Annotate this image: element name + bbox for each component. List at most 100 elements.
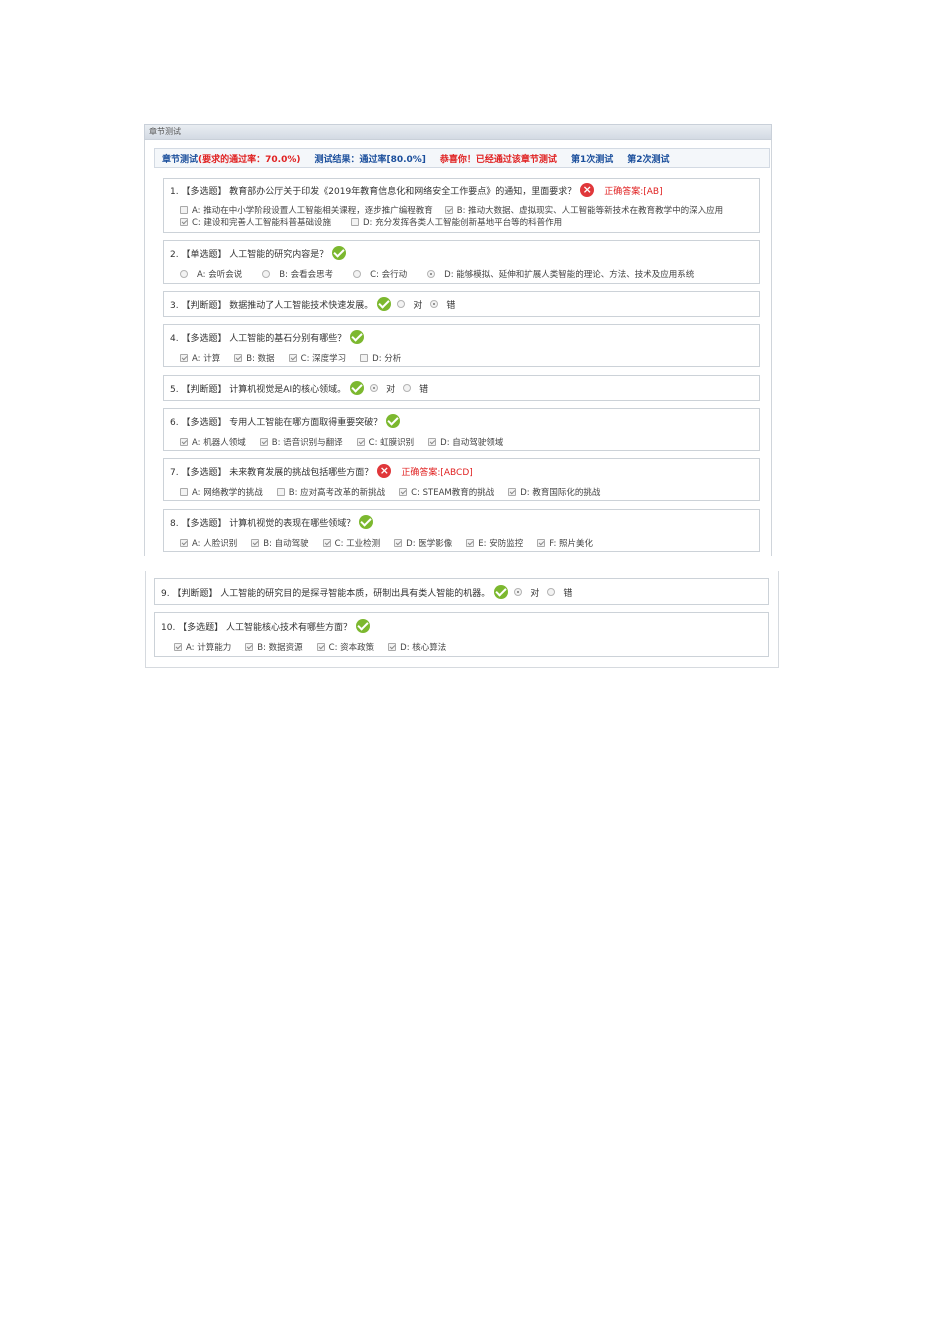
- question-3: 3. 【判断题】 数据推动了人工智能技术快速发展。 对 错: [163, 291, 760, 317]
- checkbox[interactable]: [180, 206, 188, 214]
- options-row: A: 网络教学的挑战 B: 应对高考改革的新挑战 C: STEAM教育的挑战 D…: [180, 486, 614, 498]
- option-c[interactable]: C: 资本政策: [316, 641, 374, 653]
- options-row: A: 人脸识别 B: 自动驾驶 C: 工业检测 D: 医学影像 E: 安防监控 …: [180, 537, 607, 549]
- option-b[interactable]: B: 推动大数据、虚拟现实、人工智能等新技术在教育教学中的深入应用: [444, 204, 723, 216]
- attempt-1-tab[interactable]: 第1次测试: [571, 152, 613, 165]
- checkbox[interactable]: [288, 354, 297, 362]
- option-b[interactable]: B: 应对高考改革的新挑战: [276, 486, 385, 498]
- checkbox[interactable]: [251, 539, 260, 547]
- correct-icon: [494, 585, 509, 599]
- option-d[interactable]: D: 充分发挥各类人工智能创新基地平台等的科普作用: [351, 216, 562, 228]
- correct-icon: [350, 330, 365, 344]
- option-c[interactable]: C: 工业检测: [322, 537, 380, 549]
- option-f[interactable]: F: 照片美化: [537, 537, 593, 549]
- wrong-icon: ×: [580, 183, 595, 197]
- question-3-line: 3. 【判断题】 数据推动了人工智能技术快速发展。 对 错: [170, 297, 461, 311]
- question-text: 9. 【判断题】 人工智能的研究目的是探寻智能本质，研制出具有类人智能的机器。: [161, 588, 491, 599]
- checkbox[interactable]: [444, 206, 453, 214]
- option-b[interactable]: B: 数据资源: [245, 641, 303, 653]
- option-true[interactable]: 对: [514, 586, 539, 599]
- option-true[interactable]: 对: [370, 382, 395, 395]
- question-9: 9. 【判断题】 人工智能的研究目的是探寻智能本质，研制出具有类人智能的机器。 …: [154, 578, 769, 605]
- radio[interactable]: [427, 270, 436, 278]
- option-false[interactable]: 错: [547, 586, 572, 599]
- question-8: 8. 【多选题】 计算机视觉的表现在哪些领域？ A: 人脸识别 B: 自动驾驶 …: [163, 509, 760, 552]
- checkbox[interactable]: [316, 643, 325, 651]
- checkbox[interactable]: [388, 643, 397, 651]
- question-8-line: 8. 【多选题】 计算机视觉的表现在哪些领域？: [170, 515, 377, 529]
- option-a[interactable]: A: 会听会说: [180, 268, 242, 280]
- checkbox[interactable]: [508, 488, 517, 496]
- checkbox[interactable]: [259, 438, 268, 446]
- checkbox[interactable]: [180, 438, 188, 446]
- option-c[interactable]: C: 虹膜识别: [356, 436, 414, 448]
- option-c[interactable]: C: 建设和完善人工智能科普基础设施: [180, 216, 331, 228]
- attempt-2-tab[interactable]: 第2次测试: [627, 152, 669, 165]
- option-d[interactable]: D: 自动驾驶领域: [428, 436, 503, 448]
- congrats-message: 恭喜你！已经通过该章节测试: [439, 154, 557, 165]
- option-c[interactable]: C: 深度学习: [288, 352, 346, 364]
- checkbox[interactable]: [234, 354, 243, 362]
- options-row-2: C: 建设和完善人工智能科普基础设施 D: 充分发挥各类人工智能创新基地平台等的…: [180, 216, 576, 228]
- option-a[interactable]: A: 计算能力: [174, 641, 231, 653]
- option-c[interactable]: C: STEAM教育的挑战: [399, 486, 494, 498]
- checkbox[interactable]: [394, 539, 403, 547]
- radio[interactable]: [370, 384, 379, 392]
- test-result: 测试结果：通过率[80.0%]: [314, 154, 426, 165]
- checkbox[interactable]: [428, 438, 437, 446]
- checkbox[interactable]: [537, 539, 546, 547]
- checkbox[interactable]: [180, 539, 188, 547]
- question-text: 1. 【多选题】 教育部办公厅关于印发《2019年教育信息化和网络安全工作要点》…: [170, 186, 577, 197]
- option-c[interactable]: C: 会行动: [353, 268, 407, 280]
- option-d[interactable]: D: 核心算法: [388, 641, 446, 653]
- radio[interactable]: [403, 384, 412, 392]
- radio[interactable]: [430, 300, 439, 308]
- options-row: A: 机器人领域 B: 语音识别与翻译 C: 虹膜识别 D: 自动驾驶领域: [180, 436, 517, 448]
- radio[interactable]: [397, 300, 406, 308]
- checkbox[interactable]: [351, 218, 360, 226]
- option-b[interactable]: B: 自动驾驶: [251, 537, 309, 549]
- checkbox[interactable]: [276, 488, 285, 496]
- option-b[interactable]: B: 数据: [234, 352, 275, 364]
- option-a[interactable]: A: 人脸识别: [180, 537, 237, 549]
- option-a[interactable]: A: 推动在中小学阶段设置人工智能相关课程，逐步推广编程教育: [180, 204, 433, 216]
- checkbox[interactable]: [180, 488, 188, 496]
- options-row: A: 会听会说 B: 会看会思考 C: 会行动 D: 能够模拟、延伸和扩展人类智…: [180, 268, 708, 280]
- option-b[interactable]: B: 语音识别与翻译: [259, 436, 343, 448]
- option-false[interactable]: 错: [430, 298, 455, 311]
- correct-icon: [356, 619, 371, 633]
- radio[interactable]: [514, 588, 523, 596]
- checkbox[interactable]: [356, 438, 365, 446]
- checkbox[interactable]: [322, 539, 331, 547]
- correct-icon: [350, 381, 365, 395]
- question-text: 7. 【多选题】 未来教育发展的挑战包括哪些方面？: [170, 467, 374, 478]
- checkbox[interactable]: [466, 539, 475, 547]
- option-d[interactable]: D: 分析: [360, 352, 401, 364]
- option-e[interactable]: E: 安防监控: [466, 537, 523, 549]
- options-row: A: 计算 B: 数据 C: 深度学习 D: 分析: [180, 352, 415, 364]
- radio[interactable]: [262, 270, 271, 278]
- option-d[interactable]: D: 能够模拟、延伸和扩展人类智能的理论、方法、技术及应用系统: [427, 268, 694, 280]
- checkbox[interactable]: [399, 488, 408, 496]
- correct-answer: 正确答案:[AB]: [604, 186, 663, 197]
- option-true[interactable]: 对: [397, 298, 422, 311]
- checkbox[interactable]: [245, 643, 254, 651]
- radio[interactable]: [353, 270, 362, 278]
- checkbox[interactable]: [180, 218, 188, 226]
- radio[interactable]: [180, 270, 188, 278]
- checkbox[interactable]: [360, 354, 369, 362]
- option-a[interactable]: A: 网络教学的挑战: [180, 486, 263, 498]
- checkbox[interactable]: [180, 354, 188, 362]
- question-4-line: 4. 【多选题】 人工智能的基石分别有哪些？: [170, 330, 368, 344]
- radio[interactable]: [547, 588, 556, 596]
- option-b[interactable]: B: 会看会思考: [262, 268, 333, 280]
- checkbox[interactable]: [174, 643, 182, 651]
- option-false[interactable]: 错: [403, 382, 428, 395]
- question-7: 7. 【多选题】 未来教育发展的挑战包括哪些方面？ × 正确答案:[ABCD] …: [163, 458, 760, 501]
- option-d[interactable]: D: 教育国际化的挑战: [508, 486, 600, 498]
- option-d[interactable]: D: 医学影像: [394, 537, 452, 549]
- question-4: 4. 【多选题】 人工智能的基石分别有哪些？ A: 计算 B: 数据 C: 深度…: [163, 324, 760, 367]
- option-a[interactable]: A: 计算: [180, 352, 220, 364]
- question-2-line: 2. 【单选题】 人工智能的研究内容是？: [170, 246, 350, 260]
- option-a[interactable]: A: 机器人领域: [180, 436, 246, 448]
